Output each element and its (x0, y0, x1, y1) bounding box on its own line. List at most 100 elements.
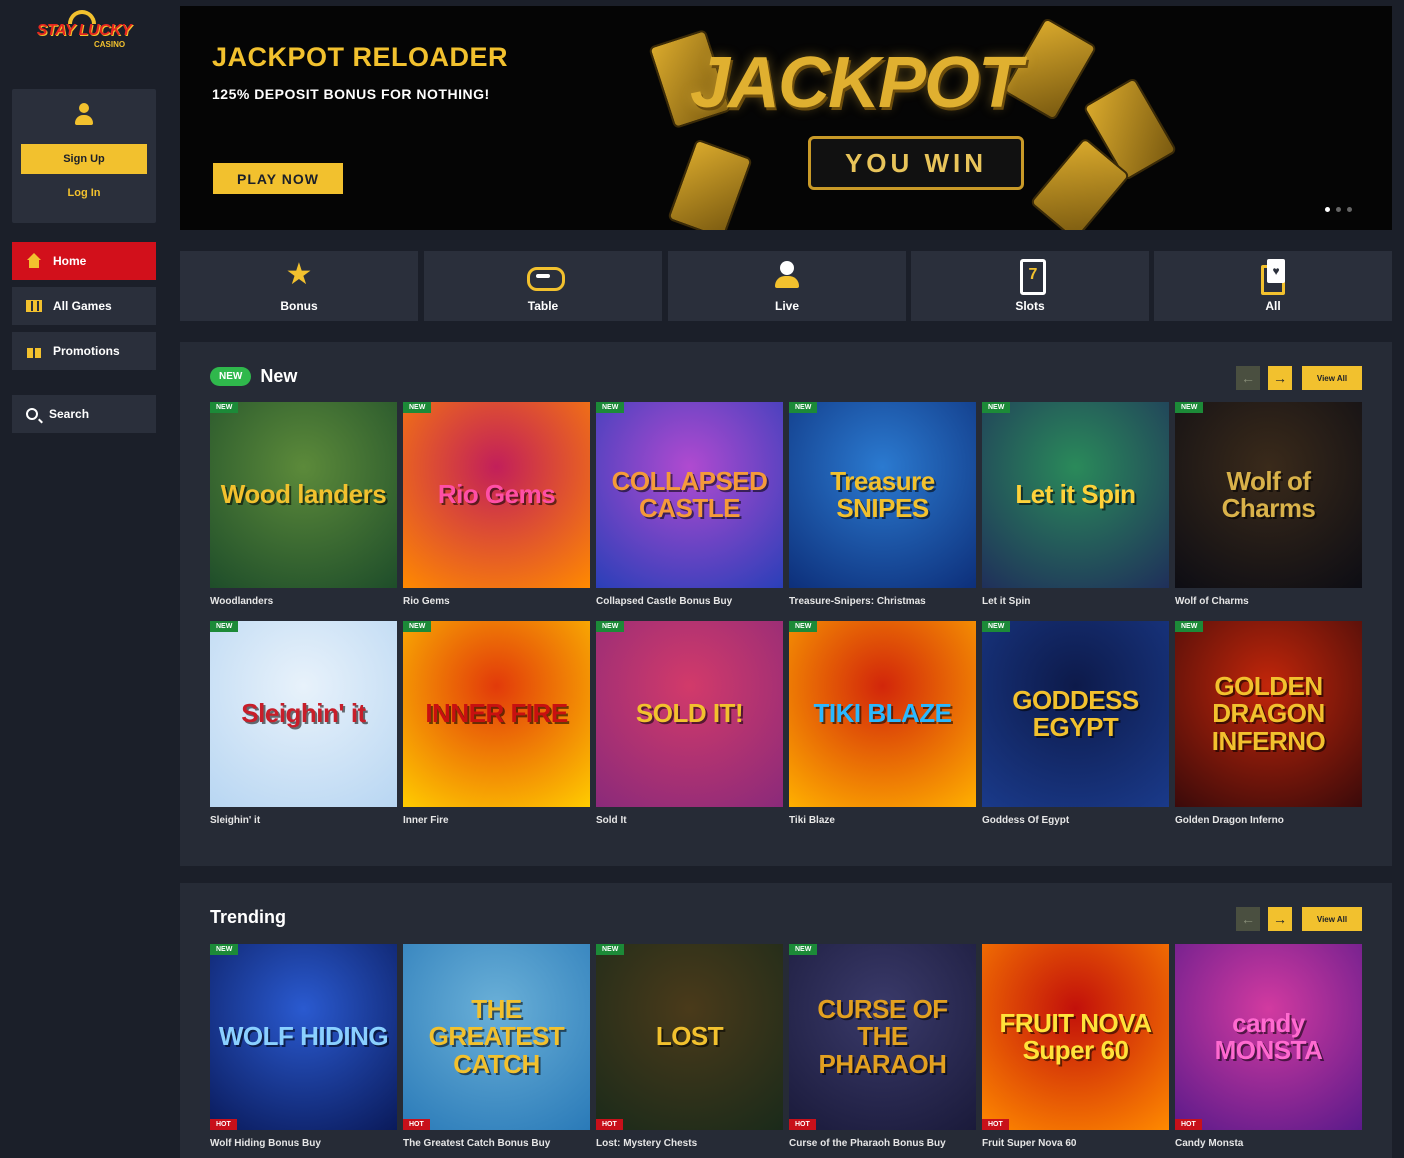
prev-arrow-button[interactable]: ← (1236, 907, 1260, 931)
game-name[interactable]: Collapsed Castle Bonus Buy (596, 596, 783, 610)
game-name[interactable]: Goddess Of Egypt (982, 815, 1169, 829)
log-in-link[interactable]: Log In (21, 187, 147, 199)
game-thumbnail[interactable]: Treasure SNIPES NEW (789, 402, 976, 588)
prev-arrow-button[interactable]: ← (1236, 366, 1260, 390)
hot-badge: HOT (982, 1119, 1009, 1130)
game-name[interactable]: Sleighin' it (210, 815, 397, 829)
game-tile[interactable]: THE GREATEST CATCH HOT The Greatest Catch … (403, 944, 590, 1152)
game-grid: WOLF HIDING NEW HOT Wolf Hiding Bonus Buy TH… (210, 944, 1362, 1152)
nav-promotions[interactable]: Promotions (12, 332, 156, 370)
next-arrow-button[interactable]: → (1268, 366, 1292, 390)
game-thumbnail[interactable]: INNER FIRE NEW (403, 621, 590, 807)
game-thumbnail[interactable]: Let it Spin NEW (982, 402, 1169, 588)
game-tile[interactable]: Rio Gems NEW Rio Gems (403, 402, 590, 610)
game-name[interactable]: Tiki Blaze (789, 815, 976, 829)
game-name[interactable]: Sold It (596, 815, 783, 829)
category-bonus[interactable]: ★ Bonus (180, 251, 418, 321)
new-badge: NEW (596, 402, 625, 413)
game-thumbnail[interactable]: CURSE OF THE PHARAOH NEW HOT (789, 944, 976, 1130)
promo-banner[interactable]: JACKPOT RELOADER 125% DEPOSIT BONUS FOR … (180, 6, 1392, 230)
section-header: Trending (210, 907, 286, 928)
game-name[interactable]: Wolf of Charms (1175, 596, 1362, 610)
game-tile[interactable]: GOLDEN DRAGON INFERNO NEW Golden Dragon In… (1175, 621, 1362, 829)
new-badge: NEW (982, 402, 1011, 413)
game-tile[interactable]: Treasure SNIPES NEW Treasure-Snipers: Chri… (789, 402, 976, 610)
game-logo-art: TIKI BLAZE (813, 698, 953, 729)
game-name[interactable]: Curse of the Pharaoh Bonus Buy (789, 1138, 976, 1152)
game-thumbnail[interactable]: candy MONSTA HOT (1175, 944, 1362, 1130)
game-thumbnail[interactable]: Rio Gems NEW (403, 402, 590, 588)
game-thumbnail[interactable]: LOST NEW HOT (596, 944, 783, 1130)
game-name[interactable]: Wolf Hiding Bonus Buy (210, 1138, 397, 1152)
game-name[interactable]: Fruit Super Nova 60 (982, 1138, 1169, 1152)
game-tile[interactable]: WOLF HIDING NEW HOT Wolf Hiding Bonus Buy (210, 944, 397, 1152)
game-name[interactable]: Inner Fire (403, 815, 590, 829)
game-name[interactable]: Woodlanders (210, 596, 397, 610)
game-thumbnail[interactable]: WOLF HIDING NEW HOT (210, 944, 397, 1130)
category-live[interactable]: Live (668, 251, 906, 321)
game-name[interactable]: Candy Monsta (1175, 1138, 1362, 1152)
carousel-dot[interactable] (1347, 207, 1352, 212)
game-logo-art: Treasure SNIPES (830, 465, 935, 523)
section-title: New (260, 366, 298, 386)
game-tile[interactable]: Wolf of Charms NEW Wolf of Charms (1175, 402, 1362, 610)
carousel-dot[interactable] (1336, 207, 1341, 212)
game-thumbnail[interactable]: THE GREATEST CATCH HOT (403, 944, 590, 1130)
game-name[interactable]: Rio Gems (403, 596, 590, 610)
new-badge: NEW (210, 944, 239, 955)
game-name[interactable]: Treasure-Snipers: Christmas (789, 596, 976, 610)
game-name[interactable]: Let it Spin (982, 596, 1169, 610)
game-tile[interactable]: candy MONSTA HOT Candy Monsta (1175, 944, 1362, 1152)
game-tile[interactable]: TIKI BLAZE NEW Tiki Blaze (789, 621, 976, 829)
nav-all-games[interactable]: All Games (12, 287, 156, 325)
carousel-dot[interactable] (1325, 207, 1330, 212)
home-icon (26, 253, 42, 269)
game-thumbnail[interactable]: SOLD IT! NEW (596, 621, 783, 807)
cards-icon (1257, 259, 1289, 295)
casino-logo[interactable]: STAY LUCKY CASINO (34, 10, 134, 50)
hot-badge: HOT (596, 1119, 623, 1130)
nav-home[interactable]: Home (12, 242, 156, 280)
game-logo-art: Let it Spin (1015, 479, 1136, 510)
game-logo-art: CURSE OF THE PHARAOH (817, 994, 948, 1079)
game-thumbnail[interactable]: Sleighin' it NEW (210, 621, 397, 807)
game-name[interactable]: The Greatest Catch Bonus Buy (403, 1138, 590, 1152)
next-arrow-button[interactable]: → (1268, 907, 1292, 931)
game-tile[interactable]: GODDESS EGYPT NEW Goddess Of Egypt (982, 621, 1169, 829)
game-name[interactable]: Lost: Mystery Chests (596, 1138, 783, 1152)
game-tile[interactable]: FRUIT NOVA Super 60 HOT Fruit Super Nova 6… (982, 944, 1169, 1152)
game-tile[interactable]: CURSE OF THE PHARAOH NEW HOT Curse of the P… (789, 944, 976, 1152)
nav-search[interactable]: Search (12, 395, 156, 433)
game-tile[interactable]: Wood landers NEW Woodlanders (210, 402, 397, 610)
hot-badge: HOT (1175, 1119, 1202, 1130)
game-thumbnail[interactable]: Wolf of Charms NEW (1175, 402, 1362, 588)
game-tile[interactable]: COLLAPSED CASTLE NEW Collapsed Castle Bonu… (596, 402, 783, 610)
view-all-button[interactable]: View All (1302, 366, 1362, 390)
game-thumbnail[interactable]: GOLDEN DRAGON INFERNO NEW (1175, 621, 1362, 807)
game-thumbnail[interactable]: Wood landers NEW (210, 402, 397, 588)
new-games-section: NEW New ← → View All Wood landers NEW Wood… (180, 342, 1392, 866)
game-tile[interactable]: INNER FIRE NEW Inner Fire (403, 621, 590, 829)
sign-up-button[interactable]: Sign Up (21, 144, 147, 174)
category-label: Bonus (280, 299, 318, 313)
game-grid: Wood landers NEW Woodlanders Rio Gems NEW Rio… (210, 402, 1362, 829)
carousel-dots[interactable] (1325, 207, 1352, 212)
category-slots[interactable]: Slots (911, 251, 1149, 321)
play-now-button[interactable]: PLAY NOW (213, 163, 343, 194)
game-tile[interactable]: SOLD IT! NEW Sold It (596, 621, 783, 829)
category-all[interactable]: All (1154, 251, 1392, 321)
view-all-button[interactable]: View All (1302, 907, 1362, 931)
category-table[interactable]: Table (424, 251, 662, 321)
game-logo-art: COLLAPSED CASTLE (611, 465, 768, 523)
game-name[interactable]: Golden Dragon Inferno (1175, 815, 1362, 829)
game-thumbnail[interactable]: GODDESS EGYPT NEW (982, 621, 1169, 807)
game-tile[interactable]: LOST NEW HOT Lost: Mystery Chests (596, 944, 783, 1152)
table-chip-icon (527, 259, 565, 291)
game-thumbnail[interactable]: FRUIT NOVA Super 60 HOT (982, 944, 1169, 1130)
game-thumbnail[interactable]: COLLAPSED CASTLE NEW (596, 402, 783, 588)
game-thumbnail[interactable]: TIKI BLAZE NEW (789, 621, 976, 807)
game-tile[interactable]: Let it Spin NEW Let it Spin (982, 402, 1169, 610)
section-header: NEW New (210, 366, 297, 387)
game-tile[interactable]: Sleighin' it NEW Sleighin' it (210, 621, 397, 829)
star-icon: ★ (285, 258, 313, 291)
